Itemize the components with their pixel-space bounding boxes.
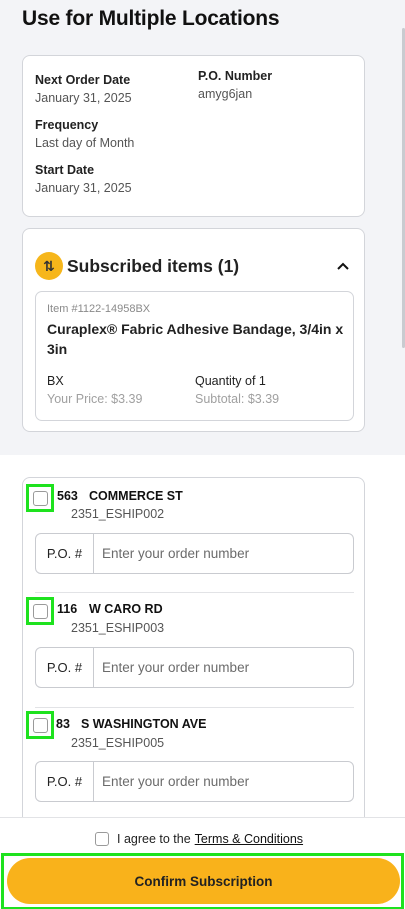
- start-date-label: Start Date: [35, 163, 95, 177]
- next-order-date-field: Next Order Date January 31, 2025: [35, 72, 132, 106]
- subscribed-items-header[interactable]: ⇅ Subscribed items (1): [35, 252, 239, 280]
- po-number-value: amyg6jan: [198, 87, 253, 101]
- subscribed-items-title: Subscribed items (1): [67, 255, 240, 276]
- po-input[interactable]: [94, 762, 353, 801]
- location-street: W CARO RD: [89, 602, 163, 616]
- start-date-field: Start Date January 31, 2025: [35, 162, 132, 196]
- terms-row: I agree to the Terms & Conditions: [95, 832, 303, 846]
- item-subtotal: Subtotal: $3.39: [195, 392, 280, 406]
- item-name: Curaplex® Fabric Adhesive Bandage, 3/4in…: [47, 321, 344, 357]
- page-title: Use for Multiple Locations: [22, 7, 280, 30]
- po-label: P.O. #: [36, 648, 94, 687]
- subscribed-item: Item #1122-14958BX Curaplex® Fabric Adhe…: [35, 291, 354, 421]
- location-code: 2351_ESHIP003: [71, 621, 165, 635]
- location-divider: [35, 707, 354, 708]
- terms-link[interactable]: Terms & Conditions: [195, 832, 303, 846]
- location-checkbox[interactable]: [26, 711, 54, 739]
- po-label: P.O. #: [36, 534, 94, 573]
- po-input-group: P.O. #: [35, 533, 354, 574]
- next-order-date-label: Next Order Date: [35, 73, 131, 87]
- po-number-field: P.O. Number amyg6jan: [198, 68, 272, 102]
- po-label: P.O. #: [36, 762, 94, 801]
- location-checkbox[interactable]: [26, 597, 54, 625]
- frequency-value: Last day of Month: [35, 136, 135, 150]
- sticky-footer: I agree to the Terms & Conditions Confir…: [0, 817, 405, 909]
- po-input-group: P.O. #: [35, 647, 354, 688]
- subscription-icon: ⇅: [35, 252, 63, 280]
- item-quantity: Quantity of 1: [195, 374, 266, 388]
- subscribed-items-card: ⇅ Subscribed items (1) Item #1122-14958B…: [22, 228, 365, 432]
- checkbox-box: [32, 717, 48, 733]
- location-number: 116: [57, 602, 78, 616]
- frequency-label: Frequency: [35, 118, 99, 132]
- po-input-group: P.O. #: [35, 761, 354, 802]
- item-number: Item #1122-14958BX: [47, 303, 151, 315]
- location-divider: [35, 592, 354, 593]
- po-number-label: P.O. Number: [198, 69, 273, 83]
- checkbox-box: [32, 490, 48, 506]
- po-input[interactable]: [94, 648, 353, 687]
- item-price: Your Price: $3.39: [47, 392, 143, 406]
- po-input[interactable]: [94, 534, 353, 573]
- location-code: 2351_ESHIP002: [71, 507, 165, 521]
- terms-checkbox[interactable]: [95, 832, 109, 846]
- next-order-date-value: January 31, 2025: [35, 91, 132, 105]
- confirm-subscription-button[interactable]: Confirm Subscription: [7, 858, 400, 904]
- locations-card: 563 COMMERCE ST 2351_ESHIP002 P.O. # 116…: [22, 477, 365, 837]
- subscription-icon-glyph: ⇅: [43, 257, 55, 274]
- location-number: 83: [56, 717, 70, 731]
- agree-text: I agree to the: [117, 832, 191, 846]
- item-uom: BX: [47, 374, 64, 388]
- chevron-up-icon[interactable]: [336, 259, 350, 273]
- location-street: COMMERCE ST: [89, 489, 183, 503]
- location-number: 563: [57, 489, 78, 503]
- start-date-value: January 31, 2025: [35, 181, 132, 195]
- frequency-field: Frequency Last day of Month: [35, 117, 134, 151]
- location-checkbox[interactable]: [26, 484, 54, 512]
- checkbox-box: [32, 603, 48, 619]
- location-code: 2351_ESHIP005: [71, 736, 165, 750]
- location-street: S WASHINGTON AVE: [81, 717, 207, 731]
- subscription-summary-card: Next Order Date January 31, 2025 P.O. Nu…: [22, 55, 365, 217]
